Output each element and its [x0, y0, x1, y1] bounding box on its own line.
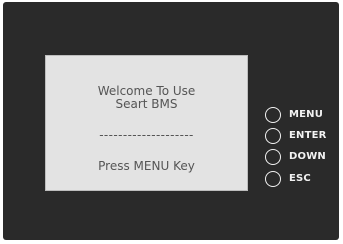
- circle-button-icon[interactable]: [265, 149, 281, 165]
- down-button-label: DOWN: [289, 151, 327, 162]
- esc-button[interactable]: ESC: [265, 171, 335, 189]
- circle-button-icon[interactable]: [265, 107, 281, 123]
- esc-button-label: ESC: [289, 173, 311, 184]
- circle-button-icon[interactable]: [265, 128, 281, 144]
- menu-button-label: MENU: [289, 109, 324, 120]
- enter-button[interactable]: ENTER: [265, 128, 335, 146]
- circle-button-icon[interactable]: [265, 171, 281, 187]
- enter-button-label: ENTER: [289, 130, 327, 141]
- separator-line: --------------------: [99, 128, 194, 142]
- down-button[interactable]: DOWN: [265, 149, 335, 167]
- instruction-text: Press MENU Key: [98, 159, 195, 173]
- product-name: Seart BMS: [115, 97, 178, 111]
- menu-button[interactable]: MENU: [265, 107, 335, 125]
- lcd-screen: Welcome To Use Seart BMS ---------------…: [45, 55, 248, 191]
